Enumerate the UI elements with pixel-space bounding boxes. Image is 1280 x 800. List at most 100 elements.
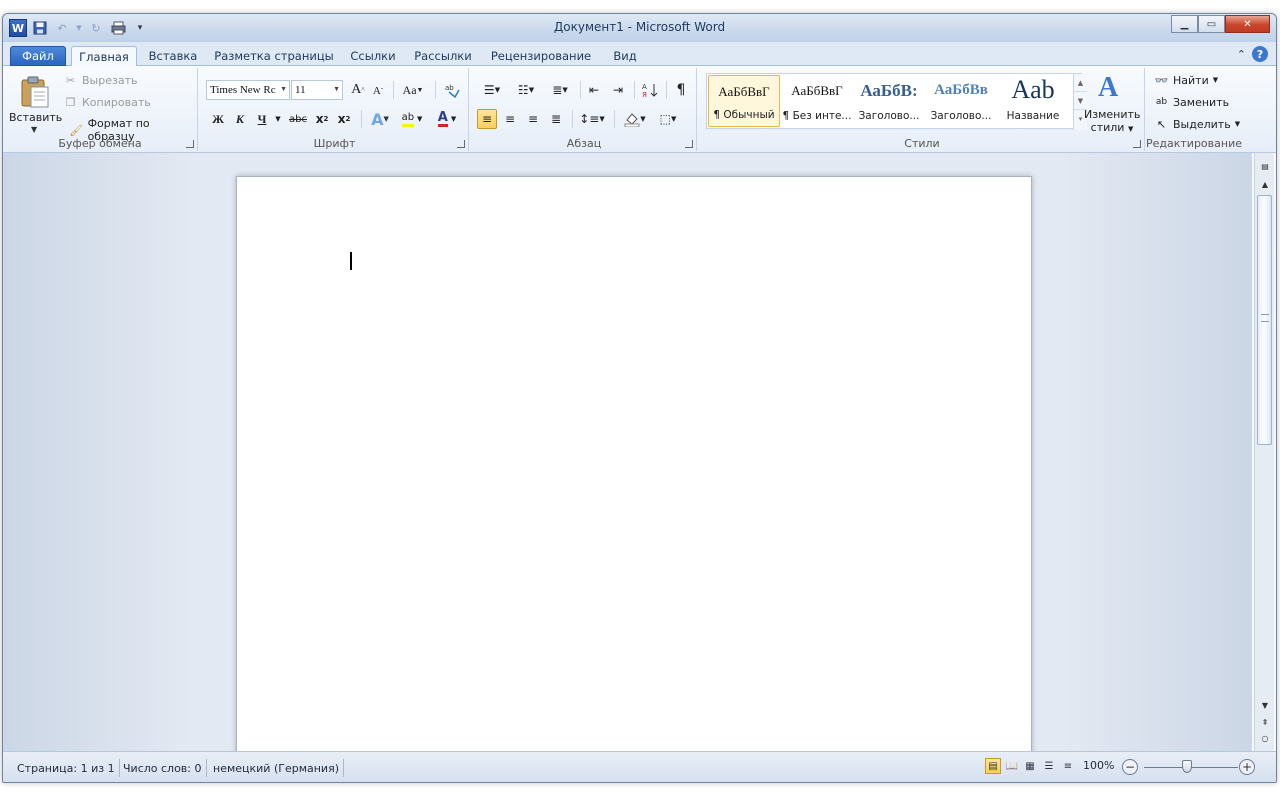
bold-button[interactable]: Ж: [209, 109, 227, 129]
help-icon[interactable]: ?: [1252, 46, 1268, 62]
multilevel-list-icon[interactable]: ≣ ▼: [546, 80, 574, 100]
ribbon-help-controls: ⌃ ?: [1237, 46, 1268, 62]
tab-mailings[interactable]: Рассылки: [407, 46, 479, 66]
status-bar: Страница: 1 из 1 Число слов: 0 немецкий …: [3, 751, 1276, 782]
browse-object-icon[interactable]: ○: [1258, 731, 1272, 745]
change-styles-label-1: Изменить: [1084, 108, 1141, 121]
web-layout-icon[interactable]: ▦: [1022, 758, 1038, 774]
text-cursor: [350, 252, 352, 270]
grow-font-button[interactable]: A ^: [349, 80, 367, 100]
pilcrow-icon[interactable]: ¶: [672, 80, 690, 100]
underline-button[interactable]: Ч: [253, 109, 271, 129]
minimize-icon[interactable]: ▁: [1171, 15, 1198, 33]
sort-icon[interactable]: AЯ: [640, 80, 660, 100]
draft-icon[interactable]: ≡: [1060, 758, 1076, 774]
group-clipboard: Вставить ▼ ✂ Вырезать ❐ Копировать 🖌 Фор…: [3, 68, 198, 151]
font-size-select[interactable]: 11 ▼: [291, 80, 343, 100]
find-button[interactable]: 👓 Найти ▼: [1154, 73, 1218, 87]
replace-button[interactable]: ab Заменить: [1154, 95, 1229, 109]
dialog-launcher-icon[interactable]: [457, 140, 465, 148]
chevron-down-icon[interactable]: ▼: [273, 109, 283, 129]
text-effects-button[interactable]: A ▼: [367, 109, 393, 129]
document-page[interactable]: [236, 176, 1032, 776]
ribbon-tabs: Файл Главная Вставка Разметка страницы С…: [3, 42, 1276, 67]
scroll-thumb[interactable]: [1257, 195, 1272, 445]
highlight-button[interactable]: ab ▼: [397, 109, 427, 129]
dialog-launcher-icon[interactable]: [1133, 140, 1141, 148]
shading-icon[interactable]: ▼: [620, 109, 650, 129]
tab-page-layout[interactable]: Разметка страницы: [209, 46, 339, 66]
change-styles-button[interactable]: A Изменить стили ▼: [1084, 72, 1140, 138]
style-no-spacing[interactable]: АаБбВвГ ¶ Без инте...: [781, 75, 853, 127]
style-title[interactable]: Аab Название: [997, 75, 1069, 127]
increase-indent-icon[interactable]: ⇥: [608, 80, 628, 100]
copy-button[interactable]: ❐ Копировать: [63, 95, 151, 109]
tab-home[interactable]: Главная: [71, 46, 137, 67]
previous-page-icon[interactable]: ⇞: [1258, 715, 1272, 729]
justify-icon[interactable]: ≣: [546, 109, 566, 129]
tab-file[interactable]: Файл: [10, 46, 66, 66]
tab-review[interactable]: Рецензирование: [485, 46, 597, 66]
font-family-select[interactable]: Times New Rc ▼: [206, 80, 290, 100]
style-normal[interactable]: АаБбВвГ ¶ Обычный: [708, 75, 780, 127]
zoom-out-icon[interactable]: −: [1122, 759, 1138, 775]
style-heading-2[interactable]: АаБбВв Заголово...: [925, 75, 997, 127]
svg-text:ab: ab: [445, 84, 454, 92]
zoom-in-icon[interactable]: +: [1239, 759, 1255, 775]
subscript-button[interactable]: x2: [313, 109, 331, 129]
outline-icon[interactable]: ☰: [1041, 758, 1057, 774]
align-center-icon[interactable]: ≡: [500, 109, 520, 129]
clear-formatting-icon[interactable]: ab: [441, 80, 463, 100]
ribbon-home: Вставить ▼ ✂ Вырезать ❐ Копировать 🖌 Фор…: [3, 66, 1276, 153]
full-screen-reading-icon[interactable]: 📖: [1004, 758, 1020, 774]
close-icon[interactable]: ✕: [1225, 15, 1270, 33]
dialog-launcher-icon[interactable]: [685, 140, 693, 148]
paste-button[interactable]: Вставить ▼: [5, 70, 63, 134]
zoom-level[interactable]: 100%: [1083, 759, 1114, 772]
scroll-up-icon[interactable]: ▲: [1258, 177, 1272, 191]
paste-icon: [21, 76, 49, 108]
change-case-button[interactable]: Aa ▼: [399, 80, 427, 100]
replace-icon: ab: [1155, 97, 1168, 107]
select-button[interactable]: ↖ Выделить ▼: [1154, 117, 1240, 131]
word-window: W ↶ ▼ ↻ ▾ Документ1 - Microsoft Word ▁ ▭…: [2, 13, 1277, 783]
document-area: [3, 153, 1252, 776]
tab-view[interactable]: Вид: [603, 46, 647, 66]
maximize-icon[interactable]: ▭: [1198, 15, 1225, 33]
vertical-scrollbar[interactable]: ▤ ▲ ▼ ⇞ ○ ⇟: [1254, 153, 1274, 759]
brush-icon: 🖌: [69, 123, 84, 137]
italic-button[interactable]: К: [231, 109, 249, 129]
align-right-icon[interactable]: ≡: [523, 109, 543, 129]
tab-references[interactable]: Ссылки: [345, 46, 401, 66]
superscript-button[interactable]: x2: [335, 109, 353, 129]
borders-icon[interactable]: ⬚ ▼: [654, 109, 682, 129]
strikethrough-button[interactable]: abc: [287, 109, 309, 129]
zoom-slider-thumb[interactable]: [1182, 760, 1192, 773]
scroll-down-icon[interactable]: ▼: [1258, 698, 1272, 712]
font-color-button[interactable]: A ▼: [433, 109, 461, 129]
print-layout-icon[interactable]: ▤: [985, 758, 1001, 774]
group-font: Times New Rc ▼ 11 ▼ A ^ Aˇ Aa ▼ ab Ж К Ч ▼…: [201, 68, 469, 151]
word-count[interactable]: Число слов: 0: [119, 759, 207, 777]
svg-text:A: A: [642, 83, 647, 91]
decrease-indent-icon[interactable]: ⇤: [584, 80, 604, 100]
binoculars-icon: 👓: [1154, 73, 1169, 87]
dialog-launcher-icon[interactable]: [186, 140, 194, 148]
scissors-icon: ✂: [65, 73, 76, 87]
style-heading-1[interactable]: АаБбВ: Заголово...: [853, 75, 925, 127]
copy-icon: ❐: [65, 95, 76, 109]
tab-insert[interactable]: Вставка: [143, 46, 203, 66]
group-label: Редактирование: [1146, 137, 1242, 150]
cut-button[interactable]: ✂ Вырезать: [63, 73, 138, 87]
copy-label: Копировать: [82, 95, 151, 109]
window-title: Документ1 - Microsoft Word: [553, 20, 726, 34]
bullets-icon[interactable]: ☰ ▼: [478, 80, 506, 100]
page-count[interactable]: Страница: 1 из 1: [13, 759, 120, 777]
align-left-icon[interactable]: ≡: [477, 109, 497, 129]
shrink-font-button[interactable]: Aˇ: [370, 81, 386, 101]
minimize-ribbon-icon[interactable]: ⌃: [1237, 48, 1246, 61]
numbering-icon[interactable]: ☷ ▼: [512, 80, 540, 100]
language-indicator[interactable]: немецкий (Германия): [209, 759, 344, 777]
ruler-toggle-icon[interactable]: ▤: [1258, 159, 1272, 173]
line-spacing-icon[interactable]: ↕≡ ▼: [578, 109, 606, 129]
